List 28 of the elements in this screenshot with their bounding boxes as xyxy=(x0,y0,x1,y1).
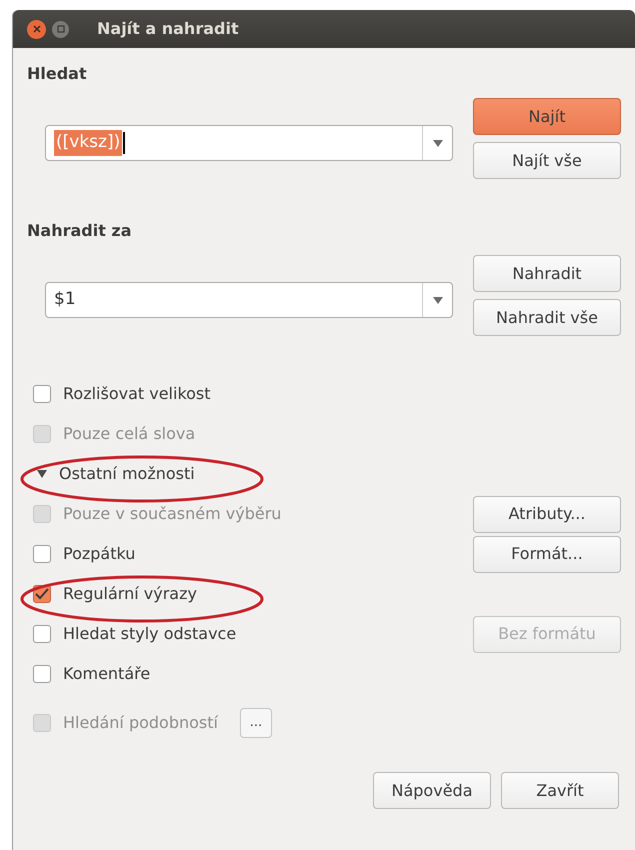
find-button[interactable]: Najít xyxy=(473,98,621,135)
expanded-triangle-icon[interactable] xyxy=(37,469,47,479)
close-icon[interactable] xyxy=(27,20,46,38)
checkbox-label: Hledání podobností xyxy=(63,712,218,734)
replace-all-button[interactable]: Nahradit vše xyxy=(473,299,621,336)
checkbox[interactable] xyxy=(33,545,51,563)
checkbox-label: Pouze v současném výběru xyxy=(63,503,282,525)
side-button[interactable]: Formát... xyxy=(473,536,621,572)
checkbox-label: Rozlišovat velikost xyxy=(63,383,211,405)
checkbox-label: Komentáře xyxy=(63,663,150,685)
replace-button[interactable]: Nahradit xyxy=(473,255,621,292)
checkbox-label: Hledat styly odstavce xyxy=(63,623,236,645)
field-value: $1 xyxy=(54,288,76,312)
section-heading: Hledat xyxy=(27,63,88,85)
window-title: Najít a nahradit xyxy=(97,18,239,40)
close-button[interactable]: Zavřít xyxy=(501,772,619,809)
find-all-button[interactable]: Najít vše xyxy=(473,142,621,179)
replace-field[interactable]: $1 xyxy=(45,282,453,318)
maximize-icon[interactable] xyxy=(52,20,69,38)
checkbox-label: Pozpátku xyxy=(63,543,136,565)
section-heading: Nahradit za xyxy=(27,220,133,242)
checkbox[interactable] xyxy=(33,385,51,403)
checkbox[interactable] xyxy=(33,625,51,643)
checkbox[interactable] xyxy=(33,665,51,683)
field-value: ([vksz]) xyxy=(54,130,122,156)
help-button[interactable]: Nápověda xyxy=(373,772,491,809)
checkbox-label: Pouze celá slova xyxy=(63,423,196,445)
checkbox-label: Regulární výrazy xyxy=(63,583,197,605)
